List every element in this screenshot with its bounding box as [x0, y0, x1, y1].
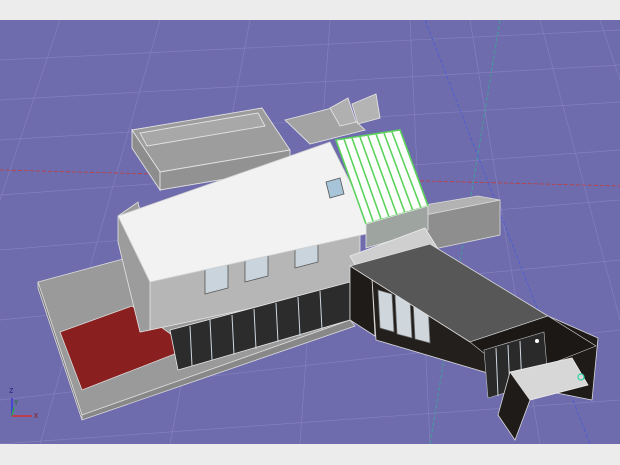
3d-viewport[interactable]: Z Y X	[0, 20, 620, 444]
top-toolbar	[0, 0, 620, 20]
gizmo-x-label: X	[34, 412, 39, 420]
gizmo-z-label: Z	[9, 387, 14, 395]
reference-dot	[535, 339, 539, 343]
bottom-status-bar	[0, 444, 620, 465]
gizmo-y-label: Y	[14, 399, 19, 407]
